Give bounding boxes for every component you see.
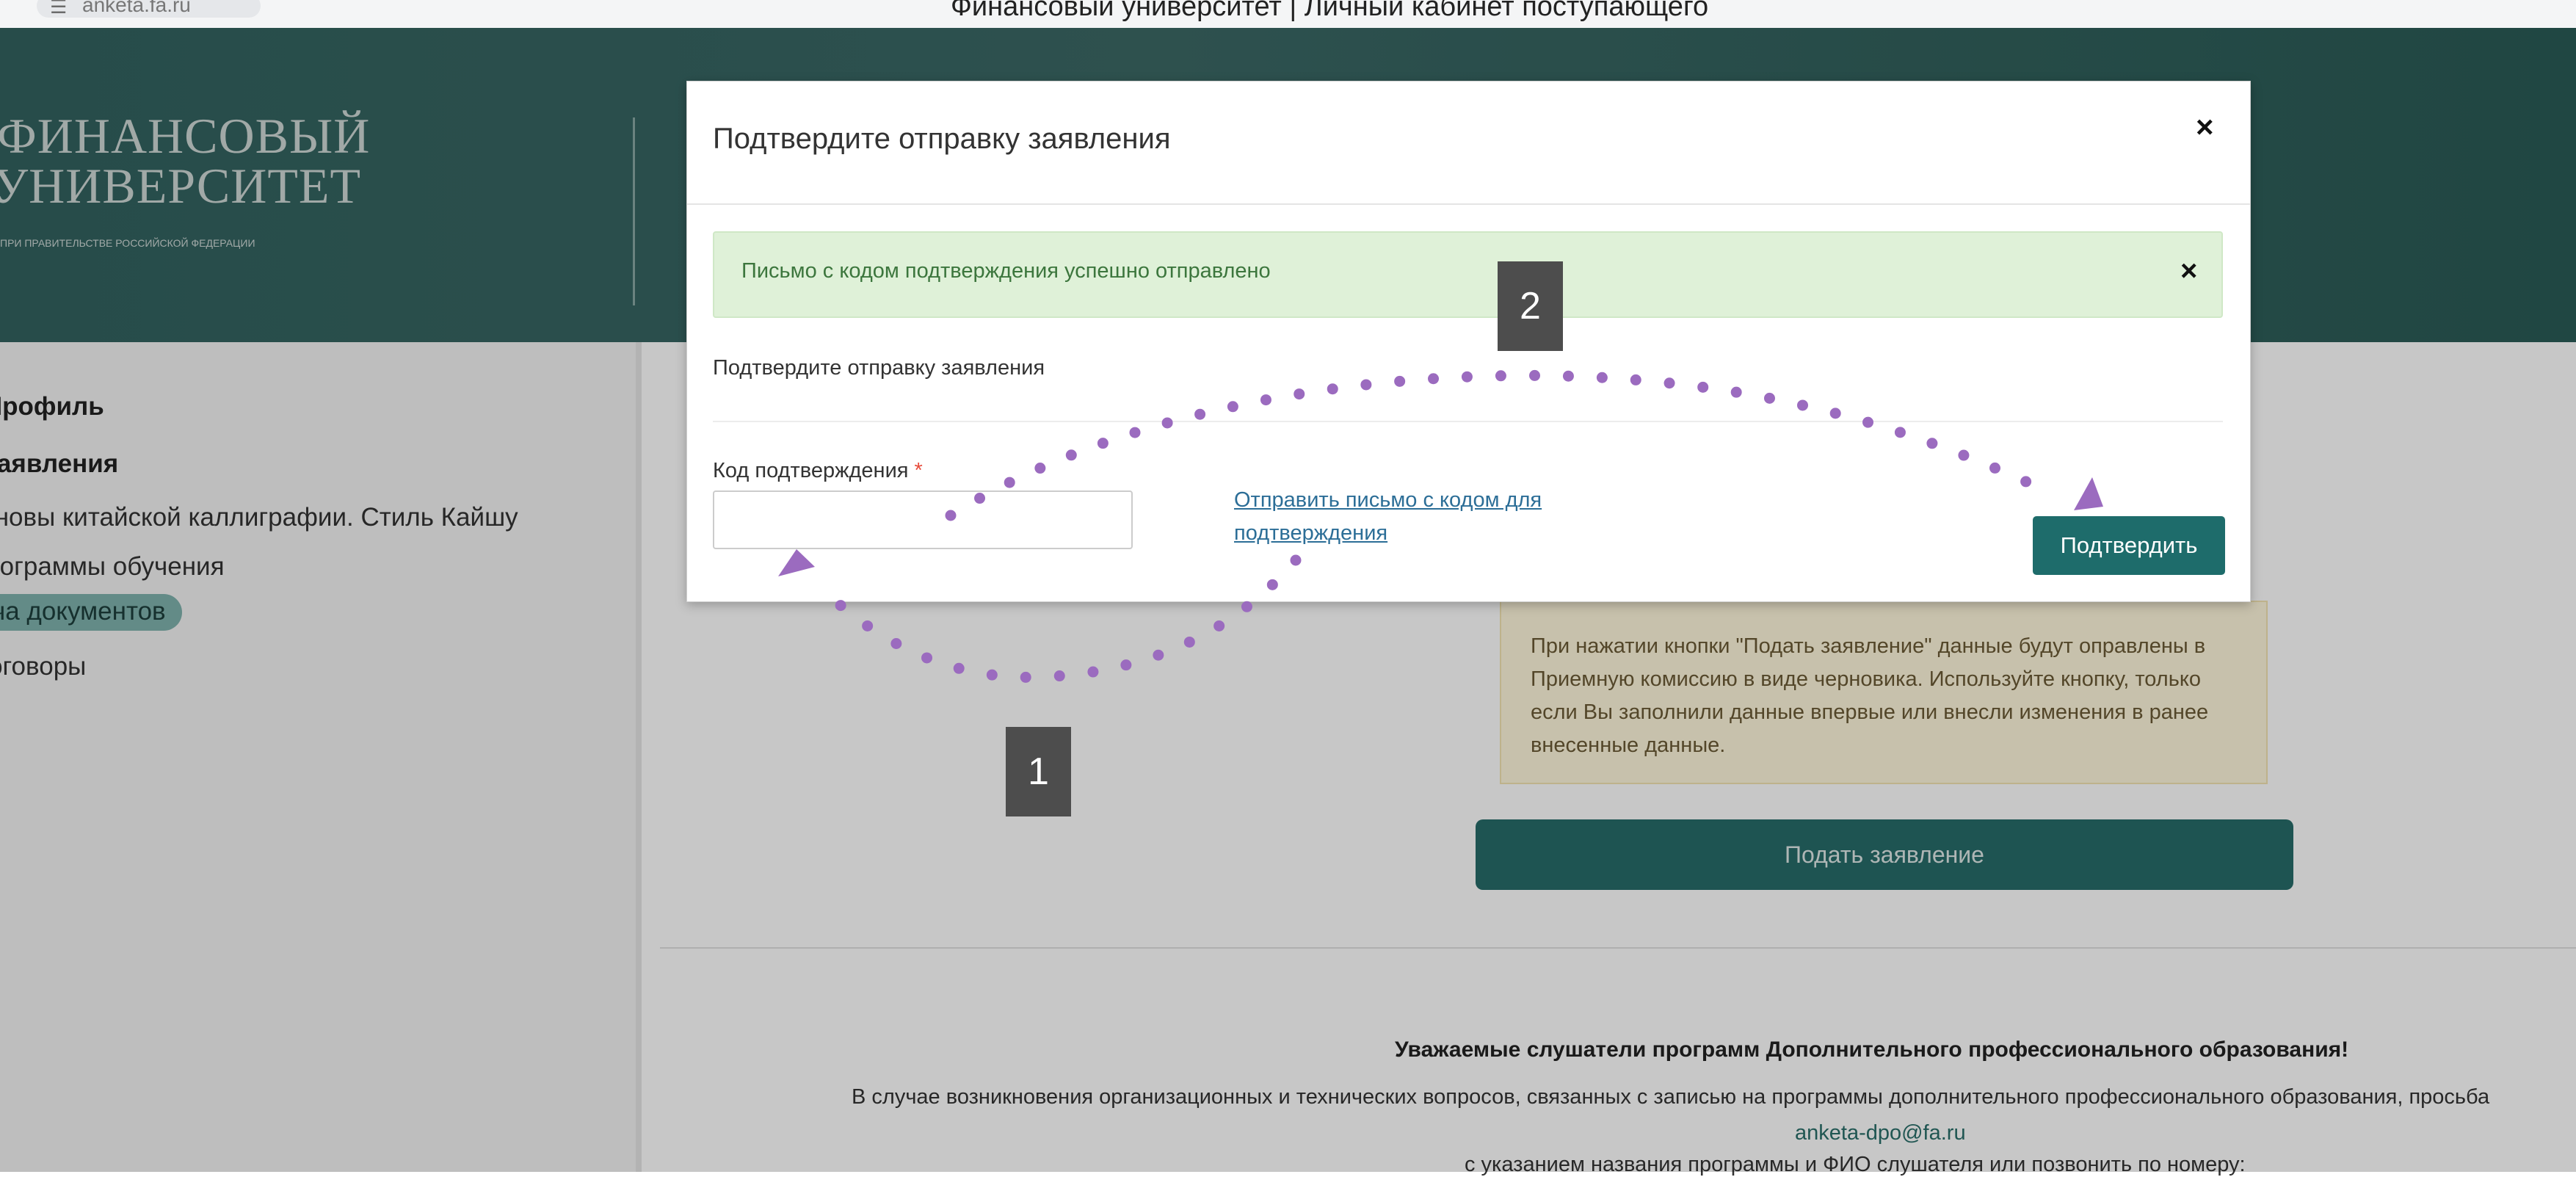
annotation-marker-1: 1	[1006, 727, 1071, 816]
annotation-arrow-2	[945, 369, 2054, 521]
annotation-arrows	[778, 369, 2103, 683]
annotation-arrow-1	[815, 554, 1302, 683]
annotation-marker-2: 2	[1498, 261, 1563, 351]
annotation-arrowhead-2	[2074, 477, 2103, 510]
annotation-arrowhead-1	[778, 549, 815, 576]
